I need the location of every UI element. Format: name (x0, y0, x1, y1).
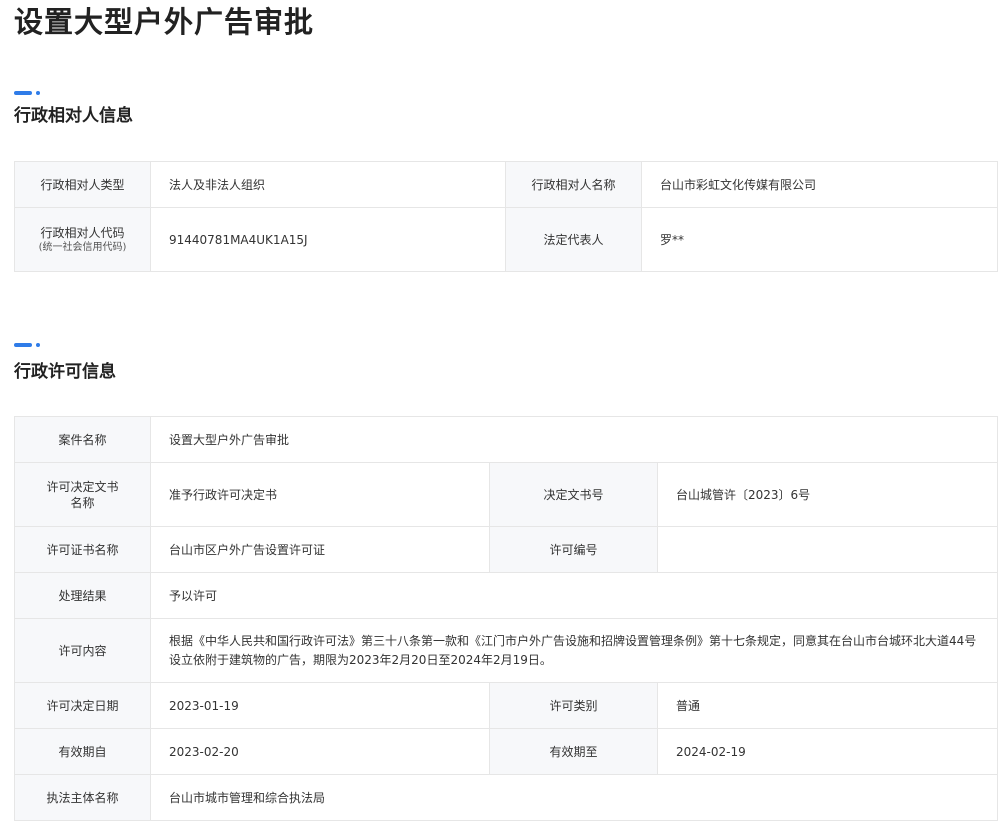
table-row: 处理结果 予以许可 (14, 572, 999, 619)
table-row: 许可证书名称 台山市区户外广告设置许可证 许可编号 (14, 526, 999, 573)
legal-rep-label: 法定代表人 (505, 207, 642, 272)
party-code-value: 91440781MA4UK1A15J (150, 207, 506, 272)
result-label: 处理结果 (14, 572, 151, 619)
decision-doc-name-label: 许可决定文书名称 (14, 462, 151, 527)
party-code-sublabel: (统一社会信用代码) (38, 241, 127, 253)
decision-doc-name-value: 准予行政许可决定书 (150, 462, 490, 527)
authority-value: 台山市城市管理和综合执法局 (149, 774, 999, 821)
table-row: 案件名称 设置大型户外广告审批 (14, 416, 999, 463)
permit-info-table: 案件名称 设置大型户外广告审批 许可决定文书名称 准予行政许可决定书 决定文书号… (14, 416, 999, 821)
legal-rep-value: 罗** (641, 207, 998, 272)
valid-from-value: 2023-02-20 (150, 728, 490, 775)
party-name-value: 台山市彩虹文化传媒有限公司 (641, 161, 998, 208)
party-type-label: 行政相对人类型 (14, 161, 151, 208)
table-row: 许可内容 根据《中华人民共和国行政许可法》第三十八条第一款和《江门市户外广告设施… (14, 618, 999, 683)
valid-to-value: 2024-02-19 (656, 728, 999, 775)
permit-no-label: 许可编号 (489, 526, 658, 573)
accent-bar (14, 343, 32, 347)
table-row: 有效期自 2023-02-20 有效期至 2024-02-19 (14, 728, 999, 775)
table-row: 行政相对人类型 法人及非法人组织 行政相对人名称 台山市彩虹文化传媒有限公司 (14, 161, 998, 208)
decision-date-value: 2023-01-19 (150, 682, 490, 729)
cert-name-value: 台山市区户外广告设置许可证 (150, 526, 490, 573)
section-accent-mark (14, 91, 44, 95)
party-code-label-cell: 行政相对人代码 (统一社会信用代码) (14, 207, 151, 272)
result-value: 予以许可 (149, 572, 999, 619)
accent-dot (36, 91, 40, 95)
party-section-title: 行政相对人信息 (14, 106, 133, 126)
party-type-value: 法人及非法人组织 (150, 161, 506, 208)
party-name-label: 行政相对人名称 (505, 161, 642, 208)
case-name-label: 案件名称 (14, 416, 151, 463)
category-label: 许可类别 (489, 682, 658, 729)
cert-name-label: 许可证书名称 (14, 526, 151, 573)
valid-from-label: 有效期自 (14, 728, 151, 775)
party-info-table: 行政相对人类型 法人及非法人组织 行政相对人名称 台山市彩虹文化传媒有限公司 行… (14, 161, 998, 272)
decision-date-label: 许可决定日期 (14, 682, 151, 729)
permit-no-value (656, 526, 999, 573)
authority-label: 执法主体名称 (14, 774, 151, 821)
table-row: 行政相对人代码 (统一社会信用代码) 91440781MA4UK1A15J 法定… (14, 207, 998, 272)
table-row: 执法主体名称 台山市城市管理和综合执法局 (14, 774, 999, 821)
table-row: 许可决定日期 2023-01-19 许可类别 普通 (14, 682, 999, 729)
content-value: 根据《中华人民共和国行政许可法》第三十八条第一款和《江门市户外广告设施和招牌设置… (149, 618, 999, 683)
category-value: 普通 (656, 682, 999, 729)
section-accent-mark (14, 343, 44, 347)
permit-section-title: 行政许可信息 (14, 362, 116, 382)
decision-doc-no-label: 决定文书号 (489, 462, 658, 527)
valid-to-label: 有效期至 (489, 728, 658, 775)
accent-dot (36, 343, 40, 347)
accent-bar (14, 91, 32, 95)
party-code-label: 行政相对人代码 (40, 225, 125, 240)
case-name-value: 设置大型户外广告审批 (149, 416, 999, 463)
table-row: 许可决定文书名称 准予行政许可决定书 决定文书号 台山城管许〔2023〕6号 (14, 462, 999, 527)
page-title: 设置大型户外广告审批 (14, 5, 315, 39)
content-label: 许可内容 (14, 618, 151, 683)
decision-doc-no-value: 台山城管许〔2023〕6号 (656, 462, 999, 527)
